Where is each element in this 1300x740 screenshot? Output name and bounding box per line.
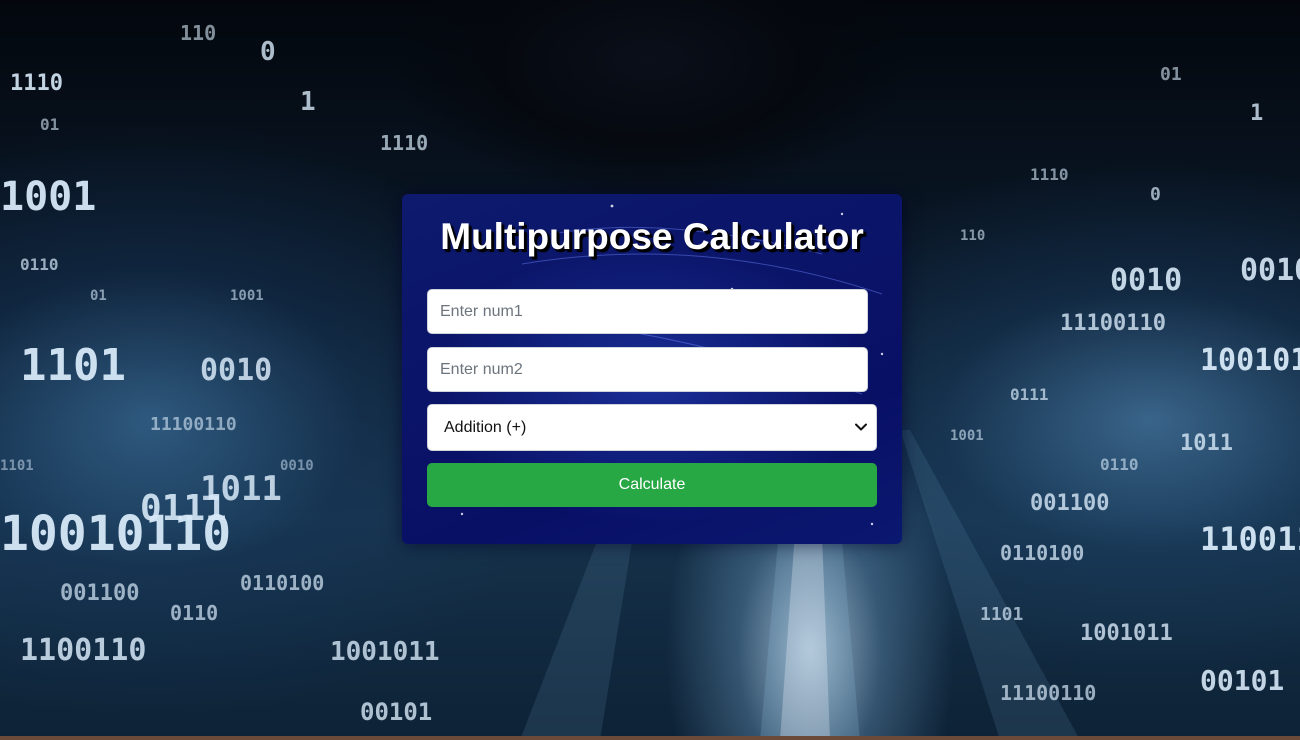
binary-digits-text: 001100 bbox=[1030, 491, 1109, 516]
binary-digits-text: 0110100 bbox=[240, 571, 324, 595]
binary-digits-text: 1101 bbox=[20, 340, 126, 391]
binary-digits-text: 001100 bbox=[60, 581, 139, 606]
binary-digits-text: 01 bbox=[90, 288, 107, 304]
binary-digits-text: 1011 bbox=[1180, 431, 1233, 456]
binary-digits-text: 1 bbox=[1250, 101, 1263, 126]
num2-input[interactable] bbox=[427, 347, 868, 392]
binary-digits-text: 0110 bbox=[20, 255, 59, 274]
binary-digits-text: 1110 bbox=[10, 71, 63, 96]
binary-digits-text: 1101 bbox=[980, 604, 1023, 625]
binary-digits-text: 11100110 bbox=[1060, 311, 1166, 336]
operation-selected-value: Addition (+) bbox=[444, 419, 527, 436]
binary-digits-text: 11100110 bbox=[1000, 681, 1096, 705]
binary-digits-text: 0010 bbox=[1240, 253, 1300, 288]
binary-digits-text: 0111 bbox=[1010, 385, 1049, 404]
calculate-button[interactable]: Calculate bbox=[427, 463, 877, 507]
binary-digits-text: 01 bbox=[1160, 64, 1182, 85]
operation-select[interactable]: Addition (+) bbox=[427, 404, 877, 451]
binary-digits-text: 1001 bbox=[0, 174, 96, 220]
binary-digits-text: 1001 bbox=[230, 288, 264, 304]
page-title: Multipurpose Calculator bbox=[440, 216, 864, 257]
binary-digits-text: 0010 bbox=[280, 458, 314, 474]
binary-digits-text: 0 bbox=[260, 37, 276, 67]
binary-digits-text: 1 bbox=[300, 87, 316, 117]
binary-digits-text: 0110100 bbox=[1000, 541, 1084, 565]
binary-digits-text: 0110 bbox=[1100, 455, 1139, 474]
binary-digits-text: 00101 bbox=[1200, 664, 1284, 697]
binary-digits-text: 1110 bbox=[1030, 165, 1069, 184]
binary-digits-text: 00101 bbox=[360, 698, 432, 726]
binary-digits-text: 1011 bbox=[200, 469, 282, 509]
binary-digits-text: 110 bbox=[960, 228, 985, 244]
binary-digits-text: 0010 bbox=[200, 353, 272, 388]
binary-digits-text: 0010 bbox=[1110, 263, 1182, 298]
binary-digits-text: 1101 bbox=[0, 458, 34, 474]
binary-digits-text: 1110 bbox=[380, 131, 428, 155]
binary-digits-text: 1001 bbox=[950, 428, 984, 444]
binary-digits-text: 1001011 bbox=[330, 637, 440, 667]
chevron-down-icon bbox=[855, 423, 867, 431]
binary-digits-text: 0 bbox=[1150, 184, 1161, 205]
binary-digits-text: 110 bbox=[180, 21, 216, 45]
binary-digits-text: 10010110 bbox=[1200, 343, 1300, 378]
binary-digits-text: 11100110 bbox=[150, 414, 237, 435]
calculator-card: Multipurpose Calculator Addition (+) Cal… bbox=[402, 194, 902, 544]
binary-digits-text: 01 bbox=[40, 115, 59, 134]
binary-digits-text: 1001011 bbox=[1080, 621, 1173, 646]
binary-digits-text: 0110 bbox=[170, 601, 218, 625]
binary-digits-text: 1100110 bbox=[20, 633, 146, 668]
bottom-edge bbox=[0, 736, 1300, 740]
binary-digits-text: 1100110 bbox=[1200, 520, 1300, 558]
num1-input[interactable] bbox=[427, 289, 868, 334]
